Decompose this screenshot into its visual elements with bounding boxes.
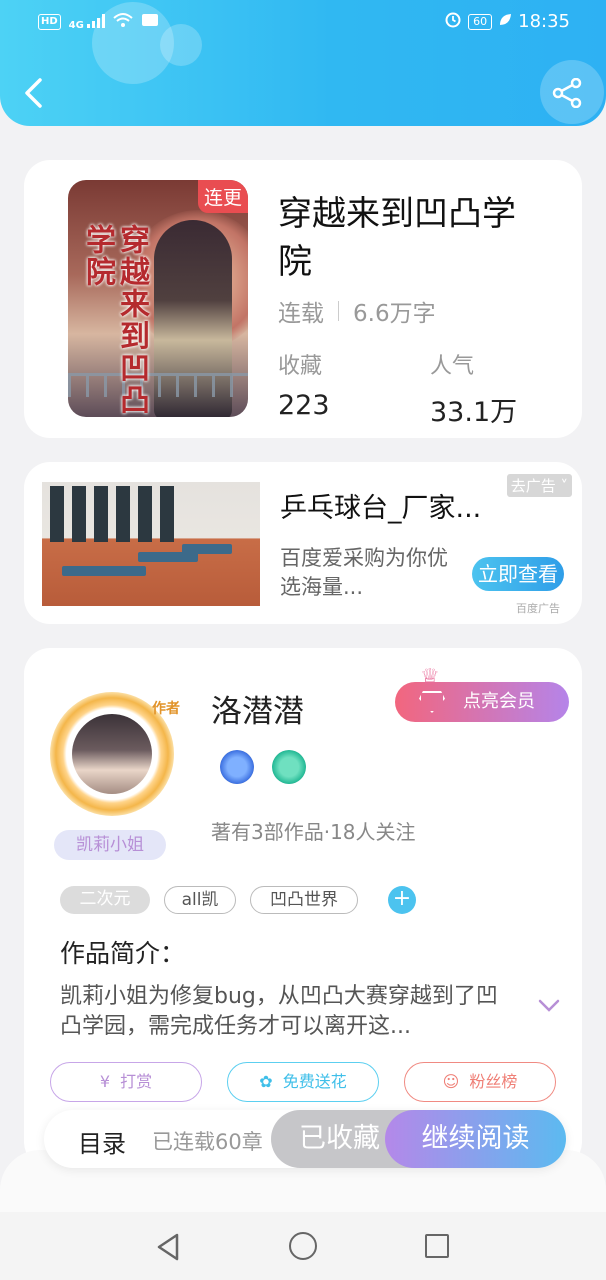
nav-home-icon[interactable] [289,1232,317,1260]
signal-icon: 4G [68,13,106,31]
network-hd-indicator: HD [38,14,61,30]
ad-view-button[interactable]: 立即查看 [472,557,564,591]
tag-item[interactable]: 二次元 [60,886,150,914]
author-name[interactable]: 洛潜潜 [211,686,304,731]
expand-chevron-icon[interactable] [538,994,560,1019]
fans-label: 粉丝榜 [469,1072,518,1091]
alarm-icon [444,10,462,33]
book-status: 连载 [278,301,324,327]
ad-title[interactable]: 乒乓球台_厂家... [280,486,481,525]
ad-description: 百度爱采购为你优选海量... [280,546,448,599]
favorites-label: 收藏 [278,354,323,379]
tag-item[interactable]: 凹凸世界 [250,886,358,914]
popularity-value: 33.1万 [430,397,518,428]
ad-card[interactable]: 乒乓球台_厂家... 百度爱采购为你优选海量... 去广告 ˅ 立即查看 百度广… [24,462,582,624]
word-count: 6.6万字 [353,301,436,327]
battery-indicator: 60 [468,13,493,30]
book-meta: 连载 6.6万字 [278,294,436,328]
signal-type: 4G [68,19,84,31]
bottom-action-bar: 目录 已连载60章 已收藏 继续阅读 [44,1110,566,1168]
catalog-button[interactable]: 目录 [78,1124,126,1159]
flower-label: 免费送花 [282,1072,347,1091]
medal-phone-icon[interactable] [220,750,254,784]
ad-image[interactable] [42,482,260,606]
continue-reading-button[interactable]: 继续阅读 [385,1110,566,1168]
leaf-icon [498,11,512,32]
flower-icon: ✿ [259,1072,273,1091]
system-nav-bar [0,1212,606,1280]
nav-back-icon[interactable] [155,1232,181,1266]
back-button[interactable] [20,76,48,110]
tag-item[interactable]: all凯 [164,886,236,914]
clock-time: 18:35 [518,11,570,32]
tip-label: 打赏 [120,1072,153,1091]
wifi-icon [113,12,133,32]
author-works-info: 著有3部作品·18人关注 [211,820,416,844]
update-badge: 连更 [197,180,248,213]
author-card: 作者 凯莉小姐 洛潜潜 ♕ 点亮会员 著有3部作品·18人关注 二次元 all凯… [24,648,582,1168]
coin-icon: ¥ [99,1072,111,1091]
book-title: 穿越来到凹凸学院 [278,194,516,282]
vip-button-label: 点亮会员 [463,691,535,712]
intro-text[interactable]: 凯莉小姐为修复bug，从凹凸大赛穿越到了凹凸学园，需完成任务才可以离开这... [60,982,510,1042]
nfc-icon [141,13,159,31]
author-nickname: 凯莉小姐 [54,830,166,860]
medal-handshake-icon[interactable] [272,750,306,784]
book-cover[interactable]: 穿越来到凹凸学院 连更 [68,180,248,417]
chevron-down-icon: ˅ [555,477,568,495]
ad-source: 百度广告 [516,602,560,615]
remove-ad-button[interactable]: 去广告 ˅ [506,474,572,497]
intro-heading: 作品简介： [60,939,186,968]
favorites-value: 223 [278,390,330,421]
status-bar: HD 4G 60 18:35 [0,0,606,46]
avatar-image [72,714,152,794]
chapter-count[interactable]: 已连载60章 [152,1126,263,1156]
add-tag-button[interactable]: + [388,886,416,914]
user-icon: ☺ [442,1072,460,1091]
divider [338,301,339,321]
free-flower-button[interactable]: ✿ 免费送花 [227,1062,379,1102]
diamond-icon [419,691,445,713]
header: HD 4G 60 18:35 [0,0,606,126]
author-avatar[interactable]: 作者 [50,692,180,816]
share-icon [552,77,582,109]
cover-title: 穿越来到凹凸学院 [80,224,149,416]
remove-ad-label: 去广告 [510,477,556,495]
tip-button[interactable]: ¥ 打赏 [50,1062,202,1102]
nav-recent-icon[interactable] [425,1234,449,1258]
share-button[interactable] [552,77,584,109]
vip-button[interactable]: ♕ 点亮会员 [395,665,569,722]
popularity-label: 人气 [430,354,475,379]
fans-rank-button[interactable]: ☺ 粉丝榜 [404,1062,556,1102]
author-badge: 作者 [152,701,180,717]
book-info-card: 穿越来到凹凸学院 连更 穿越来到凹凸学院 连载 6.6万字 收藏 223 人气 … [24,160,582,438]
